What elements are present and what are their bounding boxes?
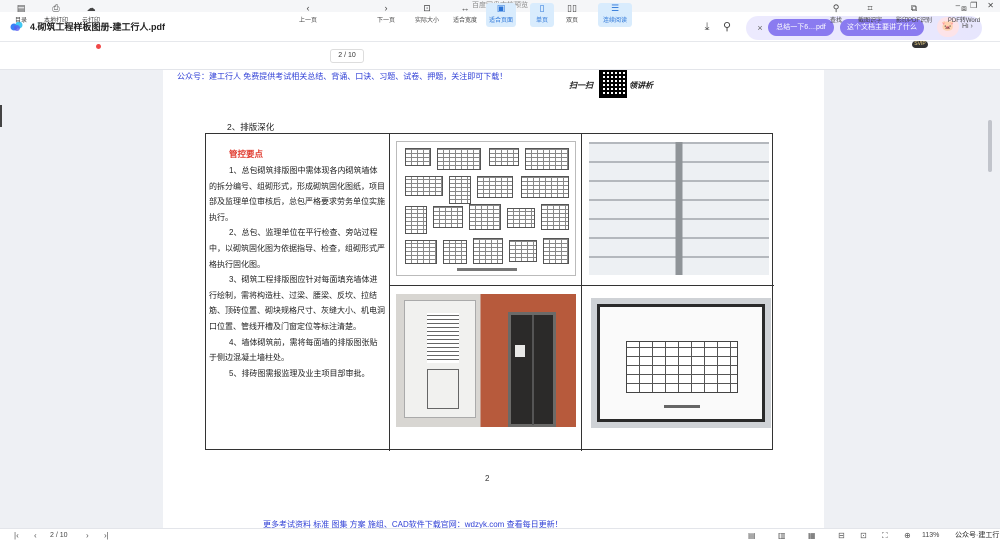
fullscreen-icon[interactable]: ⛶ (882, 530, 888, 541)
download-icon[interactable]: ⤓ (700, 20, 714, 34)
table-divider (581, 134, 582, 451)
pdf-to-word-button[interactable]: ⧈ PDF转Word (944, 3, 984, 27)
page-number: 2 (485, 474, 490, 483)
pdf-page: 公众号：建工行人 免费提供考试相关总结、背诵、口诀、习题、试卷、押题，关注即可下… (163, 70, 824, 528)
zoom-out-icon[interactable]: ⊟ (838, 530, 845, 541)
sidebar-toggle-handle[interactable] (0, 105, 2, 127)
screenshot-ocr-button[interactable]: ⌗ 截图识字 (854, 3, 886, 27)
section-title: 2、排版深化 (227, 122, 275, 132)
print-pdf-ocr-button[interactable]: ⧉ 影印PDF识别 (894, 3, 934, 27)
zoom-level[interactable]: 113% (922, 530, 939, 541)
local-print-button[interactable]: ⎙ 本地打印 (40, 3, 72, 27)
prev-page-icon[interactable]: ‹ (34, 530, 37, 541)
cloud-printer-icon: ☁ (86, 3, 96, 13)
view-mode-icon[interactable]: ▥ (778, 530, 786, 541)
printer-icon: ⎙ (52, 3, 60, 13)
prev-page-button[interactable]: ‹ 上一页 (296, 3, 320, 27)
search-button[interactable]: ⚲ 查找 (826, 3, 846, 27)
paragraph: 1、总包砌筑排版图中需体现各内砌筑墙体的拆分编号、组砌形式，形成砌筑固化图纸，项… (209, 166, 385, 222)
block-wall-photo (589, 142, 769, 275)
fit-width-button[interactable]: ↔ 适合宽度 (450, 3, 480, 27)
single-page-icon: ▯ (539, 3, 545, 13)
paragraph: 4、墙体砌筑前，需将每面墙的排版图张贴于侧边混凝土墙柱处。 (209, 337, 378, 363)
fit-page-icon: ▣ (496, 3, 506, 13)
qr-code-icon (599, 70, 627, 98)
actual-size-button[interactable]: ⊡ 实际大小 (412, 3, 442, 27)
fit-page-button[interactable]: ▣ 适合页面 (486, 3, 516, 27)
next-page-button[interactable]: › 下一页 (374, 3, 398, 27)
share-icon[interactable]: ⚲ (720, 20, 734, 34)
chevron-left-icon: ‹ (306, 3, 310, 13)
status-bar: |‹ ‹ 2 / 10 › ›| ▤ ▥ ▦ ⊟ ⊡ ⛶ ⊕ 113% 公众号·… (0, 528, 1000, 541)
view-mode-icon[interactable]: ▤ (748, 530, 756, 541)
crop-icon: ⌗ (867, 3, 873, 13)
viewer-toolbar (0, 42, 1000, 70)
first-page-icon[interactable]: |‹ (14, 530, 19, 541)
framed-drawing-photo (591, 298, 771, 428)
last-page-icon[interactable]: ›| (104, 530, 109, 541)
status-page-indicator[interactable]: 2 / 10 (50, 530, 68, 541)
top-advert-text: 公众号：建工行人 免费提供考试相关总结、背诵、口诀、习题、试卷、押题，关注即可下… (177, 72, 508, 81)
svip-badge: SVIP (912, 41, 928, 48)
close-icon[interactable]: ✕ (987, 0, 994, 12)
paragraph: 2、总包、监理单位在平行检查、旁站过程中，以砌筑固化图为依据指导、检查，组砌形式… (209, 228, 385, 269)
watermark-text: 公众号·建工行人 (955, 532, 1000, 539)
view-mode-icon[interactable]: ▦ (808, 530, 816, 541)
qr-caption-right: 领讲析 (629, 81, 653, 90)
fit-icon[interactable]: ⊡ (860, 530, 867, 541)
search-icon: ⚲ (832, 3, 840, 13)
control-points-cell: 管控要点 1、总包砌筑排版图中需体现各内砌筑墙体的拆分编号、组砌形式，形成砌筑固… (206, 134, 390, 451)
qr-caption-left: 扫一扫 (569, 81, 593, 90)
outline-button[interactable]: ▤ 目录 (10, 3, 32, 27)
table-divider (390, 285, 774, 286)
continuous-reading-button[interactable]: ☰ 连续阅读 (598, 3, 632, 27)
actual-size-icon: ⊡ (423, 3, 431, 13)
ai-close-icon[interactable]: × (754, 22, 766, 34)
notification-dot (96, 44, 101, 49)
continuous-icon: ☰ (610, 3, 620, 13)
next-page-icon[interactable]: › (86, 530, 89, 541)
fit-width-icon: ↔ (460, 3, 470, 13)
posted-layout-photo (396, 294, 576, 427)
ai-summary-chip[interactable]: 总结一下6....pdf (768, 19, 834, 36)
bottom-advert-text: 更多考试资料 标准 图集 方案 施组、CAD软件下载官网：wdzyk.com 查… (263, 520, 563, 528)
double-page-icon: ▯▯ (567, 3, 577, 13)
paragraph: 5、排砖图需报监理及业主项目部审批。 (229, 368, 370, 378)
paragraph: 3、砌筑工程排版图应针对每面填充墙体进行绘制，需将构造柱、过梁、腰梁、反坎、拉结… (209, 275, 385, 331)
page-number-input[interactable]: 2 / 10 (330, 49, 364, 63)
pdf-scan-icon: ⧉ (910, 3, 918, 13)
zoom-in-icon[interactable]: ⊕ (904, 530, 911, 541)
key-points-title: 管控要点 (229, 149, 264, 159)
scrollbar-thumb[interactable] (988, 120, 992, 172)
word-convert-icon: ⧈ (961, 3, 967, 13)
double-page-button[interactable]: ▯▯ 双页 (560, 3, 584, 27)
layout-drawing-image (396, 141, 576, 276)
single-page-button[interactable]: ▯ 单页 (530, 3, 554, 27)
outline-icon: ▤ (16, 3, 26, 13)
content-table: 管控要点 1、总包砌筑排版图中需体现各内砌筑墙体的拆分编号、组砌形式，形成砌筑固… (205, 133, 774, 451)
chevron-right-icon: › (384, 3, 388, 13)
cloud-print-button[interactable]: ☁ 云打印 (78, 3, 104, 27)
